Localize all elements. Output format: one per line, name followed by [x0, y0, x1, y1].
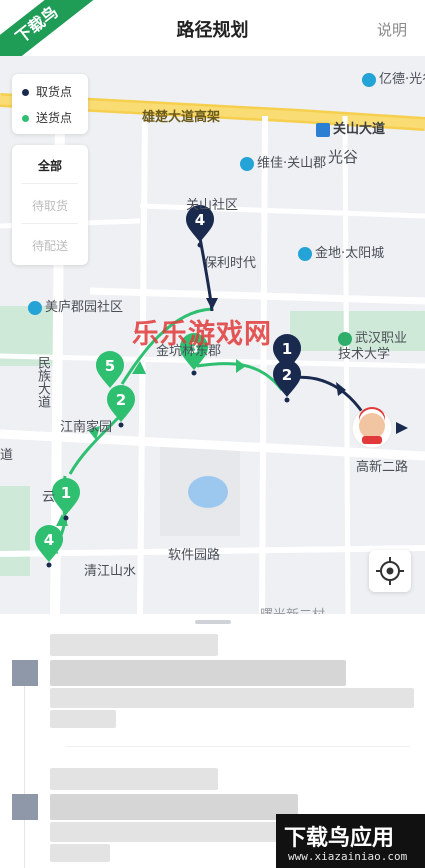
marker-label: 1	[282, 340, 292, 358]
header-bar: 下载鸟 路径规划 说明	[0, 0, 425, 83]
marker-label: 4	[44, 531, 54, 549]
area-guanggu: 光谷	[328, 148, 359, 166]
road-dao: 道	[0, 448, 14, 463]
road-minzu: 民族大道	[35, 356, 50, 408]
legend-panel: 取货点 送货点	[12, 74, 88, 134]
legend-pickup: 取货点	[22, 83, 72, 100]
blurred-content	[50, 844, 110, 862]
crosshair-icon	[376, 557, 404, 585]
poi-yiqi: 亿德·光谷	[362, 68, 425, 87]
poi-icon	[362, 72, 376, 87]
poi-baoli: 保利时代	[204, 256, 257, 271]
timeline-marker	[12, 794, 38, 820]
road-gaoxin2: 高新二路	[356, 460, 409, 475]
poi-jiangnan: 江南家园	[60, 420, 113, 435]
route-map[interactable]: 4 1 2 3 5 2 1 4 亿德·光 雄楚大道高架 关山大道 光谷 维佳·关…	[0, 56, 425, 616]
filter-divider	[22, 223, 78, 224]
marker-label: 2	[116, 391, 126, 409]
filter-pending-delivery[interactable]: 待配送	[12, 237, 88, 254]
poi-icon	[338, 331, 352, 346]
timeline-line	[24, 674, 25, 868]
explain-button[interactable]: 说明	[377, 19, 407, 40]
poi-icon	[298, 246, 312, 261]
blurred-content	[50, 688, 414, 708]
poi-icon	[28, 300, 42, 315]
metro-icon	[316, 122, 330, 137]
poi-icon	[240, 156, 254, 171]
delivery-dot-icon	[22, 115, 29, 122]
poi-guanshan-ave: 关山大道	[316, 118, 385, 137]
road-label: 雄楚大道高架	[142, 110, 221, 125]
filter-pending-pickup[interactable]: 待取货	[12, 197, 88, 214]
filter-divider	[22, 183, 78, 184]
filter-panel: 全部 待取货 待配送	[12, 145, 88, 265]
marker-label: 4	[195, 211, 205, 229]
brand-watermark: 下载鸟应用 www.xiazainiao.com	[276, 814, 425, 868]
blurred-content	[50, 768, 218, 790]
site-watermark: 乐乐游戏网	[132, 319, 272, 350]
marker-label: 1	[61, 484, 71, 502]
marker-label: 5	[105, 357, 115, 375]
brand-title: 下载鸟应用	[284, 826, 395, 851]
poi-weijia: 维佳·关山郡	[240, 152, 326, 171]
blurred-content	[50, 660, 346, 686]
blurred-content	[50, 634, 218, 656]
legend-delivery: 送货点	[22, 109, 72, 126]
poi-guanshan-community: 关山社区	[186, 198, 239, 213]
divider	[66, 746, 410, 747]
locate-button[interactable]	[369, 550, 411, 592]
timeline-marker	[12, 660, 38, 686]
blurred-content	[50, 822, 290, 842]
brand-url: www.xiazainiao.com	[288, 850, 408, 863]
blurred-content	[50, 710, 116, 728]
poi-qingjiang: 清江山水	[84, 564, 137, 579]
page-title: 路径规划	[176, 20, 249, 41]
drag-handle[interactable]	[195, 620, 231, 624]
blurred-content	[50, 794, 298, 820]
poi-meilu: 美庐郡园社区	[28, 296, 123, 315]
pickup-dot-icon	[22, 89, 29, 96]
filter-all[interactable]: 全部	[12, 157, 88, 174]
poi-wuhan-college: 武汉职业技术大学	[338, 331, 408, 362]
poi-yun: 云	[42, 490, 56, 505]
poi-jindi: 金地·太阳城	[298, 242, 384, 261]
road-software-park: 软件园路	[168, 548, 221, 563]
marker-label: 2	[282, 366, 292, 384]
